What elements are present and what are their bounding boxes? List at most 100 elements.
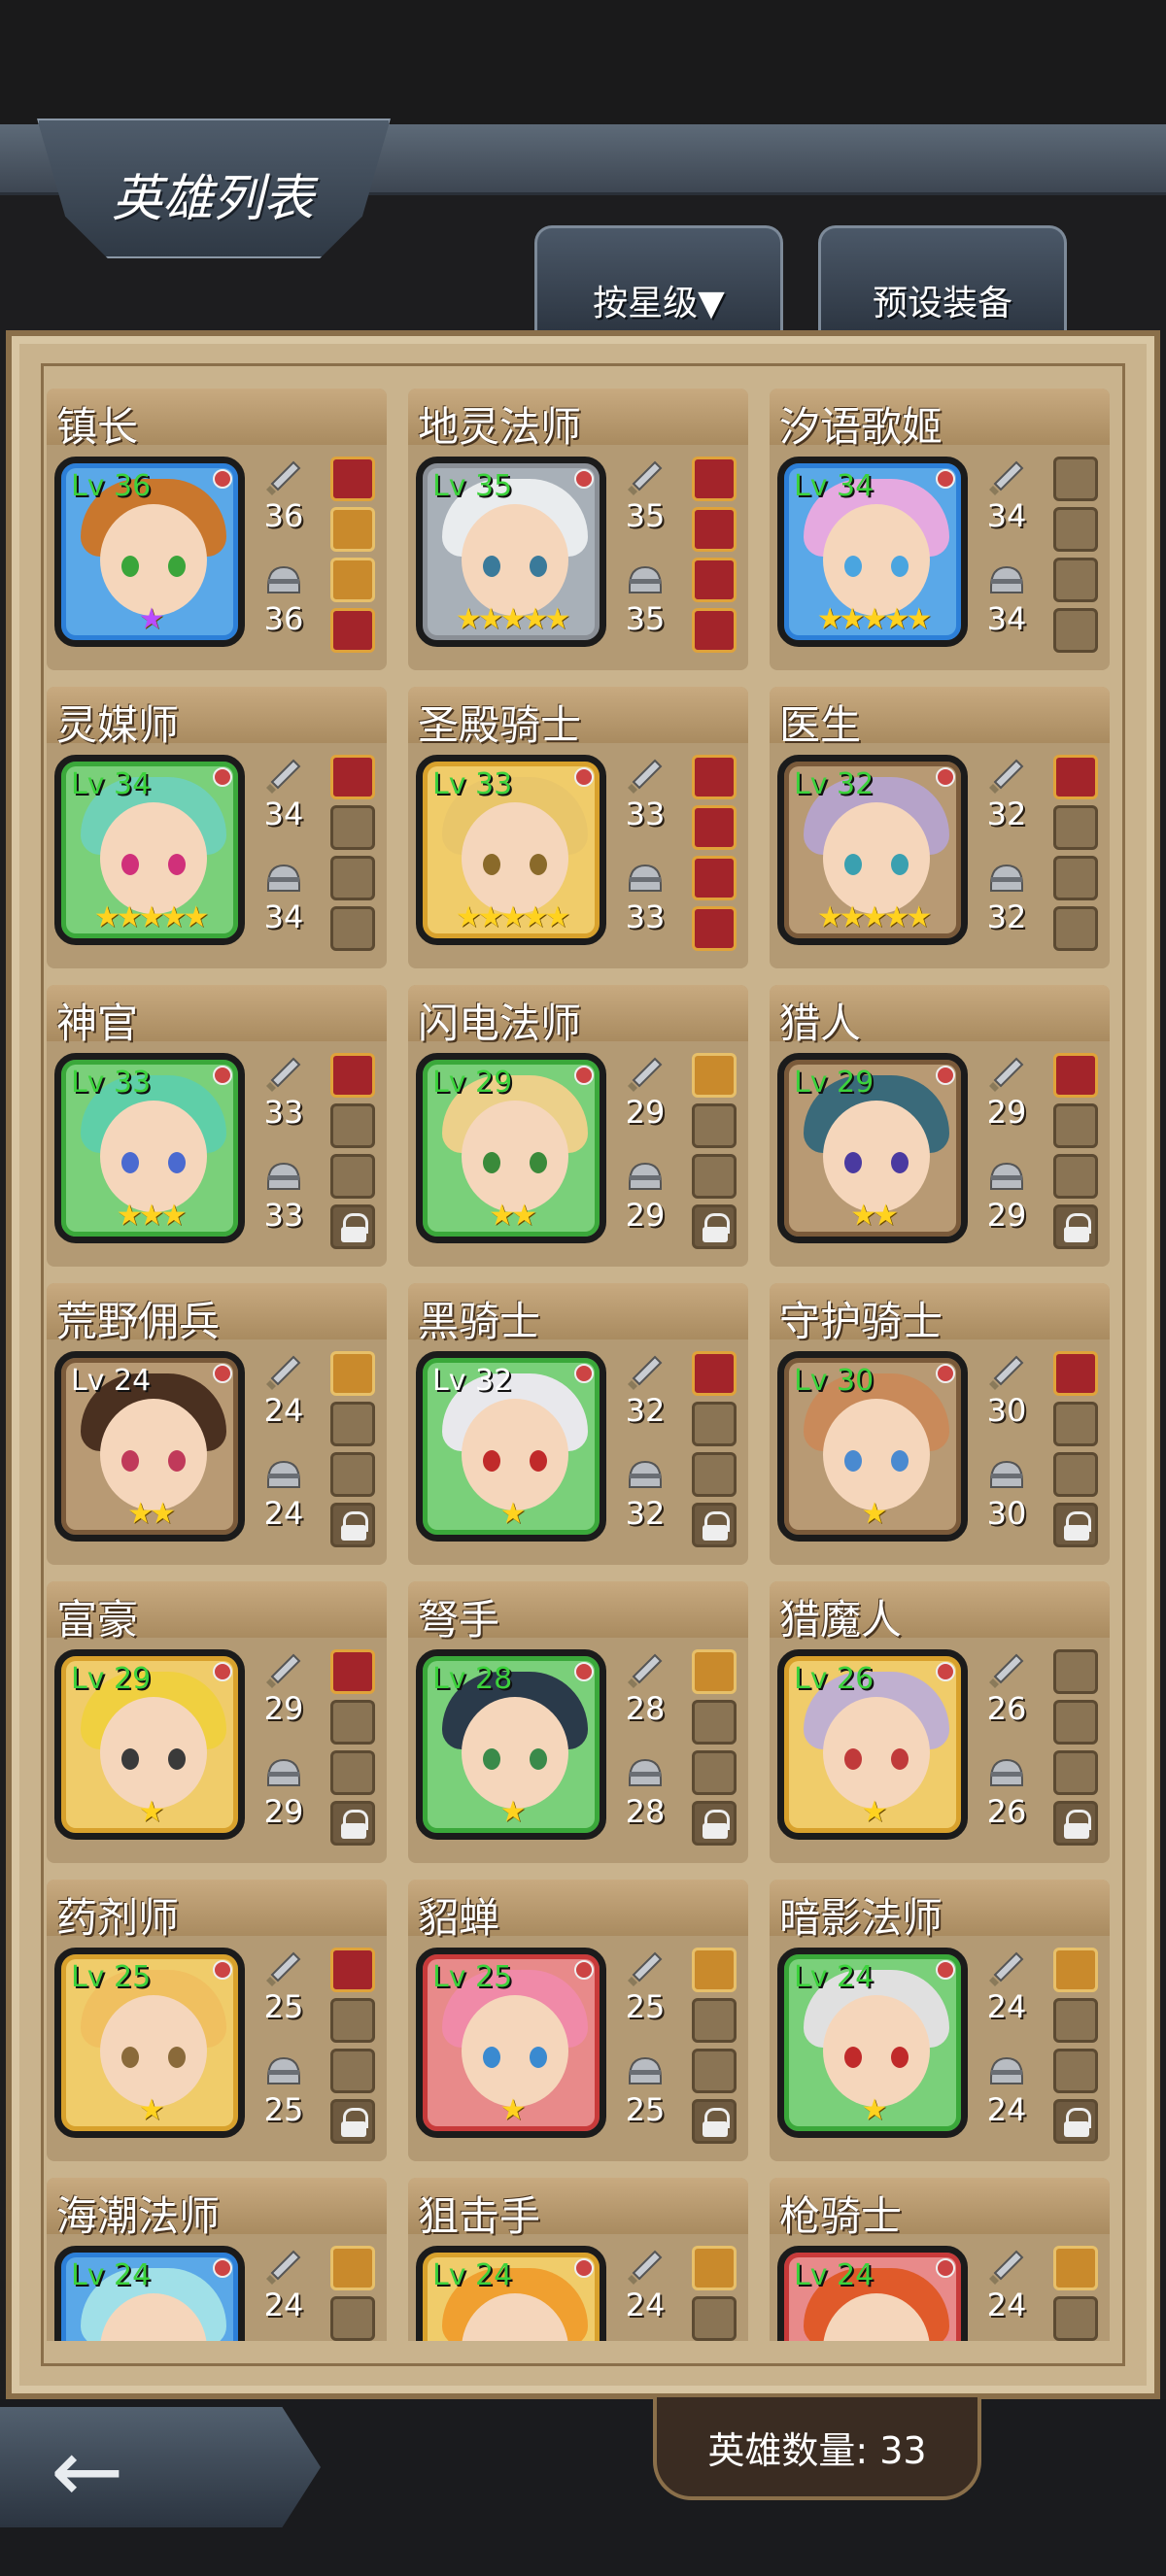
hero-grid[interactable]: 镇长 Lv 36 ★ 36 36 地灵法师 Lv 35 ★★★★★ 35 35 汐语歌姬 Lv 34 ★… [47,389,1115,2341]
equipment-slot[interactable] [1053,1948,1098,1992]
hero-portrait[interactable]: Lv 34 ★★★★★ [777,457,968,647]
empty-equipment-slot[interactable] [692,1103,737,1148]
hero-portrait[interactable]: Lv 29 ★★ [777,1053,968,1243]
locked-slot[interactable] [692,1204,737,1249]
hero-card[interactable]: 猎人 Lv 29 ★★ 29 29 [770,985,1110,1267]
empty-equipment-slot[interactable] [692,1452,737,1497]
empty-equipment-slot[interactable] [1053,1700,1098,1745]
empty-equipment-slot[interactable] [330,2296,375,2341]
hero-portrait[interactable]: Lv 26 ★ [777,1649,968,1840]
empty-equipment-slot[interactable] [330,1103,375,1148]
empty-equipment-slot[interactable] [330,1998,375,2043]
hero-portrait[interactable]: Lv 30 ★ [777,1351,968,1542]
hero-card[interactable]: 镇长 Lv 36 ★ 36 36 [47,389,387,670]
equipment-slot[interactable] [1053,755,1098,799]
equipment-slot[interactable] [330,1053,375,1098]
empty-equipment-slot[interactable] [692,1700,737,1745]
empty-equipment-slot[interactable] [1053,507,1098,552]
hero-portrait[interactable]: Lv 32 ★ [416,1351,606,1542]
locked-slot[interactable] [330,1801,375,1846]
equipment-slot[interactable] [330,558,375,602]
equipment-slot[interactable] [330,755,375,799]
hero-portrait[interactable]: Lv 28 ★ [416,1649,606,1840]
equipment-slot[interactable] [330,457,375,501]
empty-equipment-slot[interactable] [1053,856,1098,900]
hero-portrait[interactable]: Lv 24 ★★ [54,1351,245,1542]
hero-card[interactable]: 荒野佣兵 Lv 24 ★★ 24 24 [47,1283,387,1565]
equipment-slot[interactable] [692,1053,737,1098]
hero-card[interactable]: 暗影法师 Lv 24 ★ 24 24 [770,1880,1110,2161]
empty-equipment-slot[interactable] [1053,1998,1098,2043]
equipment-slot[interactable] [330,1649,375,1694]
locked-slot[interactable] [1053,1801,1098,1846]
hero-card[interactable]: 守护骑士 Lv 30 ★ 30 30 [770,1283,1110,1565]
empty-equipment-slot[interactable] [692,1998,737,2043]
equipment-slot[interactable] [1053,1053,1098,1098]
equipment-slot[interactable] [330,2246,375,2290]
equipment-slot[interactable] [692,507,737,552]
equipment-slot[interactable] [692,906,737,951]
equipment-slot[interactable] [1053,1351,1098,1396]
hero-portrait[interactable]: Lv 24 [416,2246,606,2341]
empty-equipment-slot[interactable] [1053,457,1098,501]
preset-equipment-tab[interactable]: 预设装备 [818,225,1067,337]
equipment-slot[interactable] [692,755,737,799]
equipment-slot[interactable] [692,856,737,900]
locked-slot[interactable] [330,1503,375,1547]
empty-equipment-slot[interactable] [330,1402,375,1446]
equipment-slot[interactable] [330,1351,375,1396]
equipment-slot[interactable] [692,608,737,653]
hero-card[interactable]: 汐语歌姬 Lv 34 ★★★★★ 34 34 [770,389,1110,670]
back-button[interactable] [0,2407,321,2527]
equipment-slot[interactable] [692,1948,737,1992]
hero-card[interactable]: 黑骑士 Lv 32 ★ 32 32 [408,1283,748,1565]
locked-slot[interactable] [692,2099,737,2144]
empty-equipment-slot[interactable] [330,1700,375,1745]
empty-equipment-slot[interactable] [330,805,375,850]
locked-slot[interactable] [692,1801,737,1846]
locked-slot[interactable] [330,2099,375,2144]
equipment-slot[interactable] [692,558,737,602]
empty-equipment-slot[interactable] [692,2049,737,2093]
hero-card[interactable]: 海潮法师 Lv 24 24 [47,2178,387,2341]
equipment-slot[interactable] [692,1351,737,1396]
equipment-slot[interactable] [1053,2246,1098,2290]
equipment-slot[interactable] [692,457,737,501]
hero-card[interactable]: 地灵法师 Lv 35 ★★★★★ 35 35 [408,389,748,670]
hero-card[interactable]: 枪骑士 Lv 24 24 [770,2178,1110,2341]
empty-equipment-slot[interactable] [330,1750,375,1795]
locked-slot[interactable] [330,1204,375,1249]
hero-card[interactable]: 药剂师 Lv 25 ★ 25 25 [47,1880,387,2161]
empty-equipment-slot[interactable] [1053,1402,1098,1446]
hero-portrait[interactable]: Lv 32 ★★★★★ [777,755,968,945]
equipment-slot[interactable] [330,1948,375,1992]
equipment-slot[interactable] [692,805,737,850]
equipment-slot[interactable] [692,1649,737,1694]
equipment-slot[interactable] [330,608,375,653]
hero-card[interactable]: 狙击手 Lv 24 24 [408,2178,748,2341]
hero-portrait[interactable]: Lv 34 ★★★★★ [54,755,245,945]
hero-card[interactable]: 闪电法师 Lv 29 ★★ 29 29 [408,985,748,1267]
hero-portrait[interactable]: Lv 29 ★★ [416,1053,606,1243]
empty-equipment-slot[interactable] [1053,906,1098,951]
empty-equipment-slot[interactable] [1053,2296,1098,2341]
empty-equipment-slot[interactable] [1053,1103,1098,1148]
hero-card[interactable]: 神官 Lv 33 ★★★ 33 33 [47,985,387,1267]
hero-portrait[interactable]: Lv 25 ★ [54,1948,245,2138]
empty-equipment-slot[interactable] [330,1452,375,1497]
empty-equipment-slot[interactable] [1053,805,1098,850]
hero-portrait[interactable]: Lv 24 [777,2246,968,2341]
empty-equipment-slot[interactable] [1053,1649,1098,1694]
empty-equipment-slot[interactable] [330,906,375,951]
equipment-slot[interactable] [330,507,375,552]
empty-equipment-slot[interactable] [330,2049,375,2093]
hero-card[interactable]: 富豪 Lv 29 ★ 29 29 [47,1581,387,1863]
empty-equipment-slot[interactable] [330,1154,375,1199]
empty-equipment-slot[interactable] [692,1154,737,1199]
hero-portrait[interactable]: Lv 25 ★ [416,1948,606,2138]
empty-equipment-slot[interactable] [692,1750,737,1795]
hero-card[interactable]: 猎魔人 Lv 26 ★ 26 26 [770,1581,1110,1863]
empty-equipment-slot[interactable] [1053,2049,1098,2093]
empty-equipment-slot[interactable] [1053,608,1098,653]
empty-equipment-slot[interactable] [1053,1452,1098,1497]
